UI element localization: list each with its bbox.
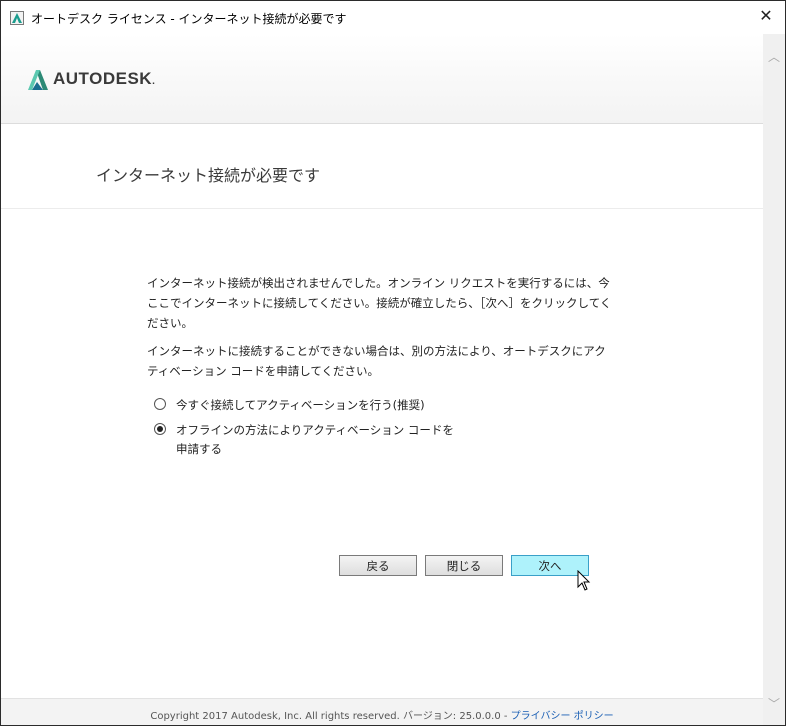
title-bar: オートデスク ライセンス - インターネット接続が必要です ✕ [1, 1, 785, 33]
brand-name-text: AUTODESK [53, 69, 153, 88]
copyright-text: Copyright 2017 Autodesk, Inc. All rights… [150, 711, 511, 722]
app-icon [10, 11, 24, 25]
offline-request-label[interactable]: オフラインの方法によりアクティベーション コードを申請する [176, 421, 456, 459]
dialog-content: AUTODESK. インターネット接続が必要です インターネット接続が検出されま… [1, 34, 763, 725]
offline-request-radio[interactable] [154, 423, 166, 435]
scroll-up-icon[interactable]: ︿ [768, 48, 780, 65]
heading-divider [1, 208, 763, 209]
close-button[interactable]: 閉じる [425, 555, 503, 576]
footer-text: Copyright 2017 Autodesk, Inc. All rights… [1, 707, 763, 722]
window-title: オートデスク ライセンス - インターネット接続が必要です [31, 12, 347, 26]
close-icon[interactable]: ✕ [751, 3, 781, 29]
connect-now-radio[interactable] [154, 398, 166, 410]
connect-now-label[interactable]: 今すぐ接続してアクティベーションを行う(推奨) [176, 396, 456, 415]
brand-header: AUTODESK. [1, 34, 763, 124]
mouse-pointer-icon [577, 569, 591, 596]
brand-dot: . [152, 76, 156, 87]
page-title: インターネット接続が必要です [96, 166, 321, 185]
privacy-policy-link[interactable]: プライバシー ポリシー [511, 711, 614, 722]
license-dialog-window: オートデスク ライセンス - インターネット接続が必要です ✕ ︿ ﹀ AUTO… [0, 0, 786, 726]
offline-instruction-message: インターネットに接続することができない場合は、別の方法により、オートデスクにアク… [147, 344, 606, 378]
vertical-scrollbar[interactable]: ︿ ﹀ [762, 34, 785, 725]
autodesk-logo-icon [28, 70, 48, 94]
footer: Copyright 2017 Autodesk, Inc. All rights… [1, 698, 763, 725]
scroll-down-icon[interactable]: ﹀ [768, 695, 780, 712]
back-button[interactable]: 戻る [339, 555, 417, 576]
no-connection-message: インターネット接続が検出されませんでした。オンライン リクエストを実行するには、… [147, 276, 612, 330]
brand-name: AUTODESK. [53, 69, 155, 89]
